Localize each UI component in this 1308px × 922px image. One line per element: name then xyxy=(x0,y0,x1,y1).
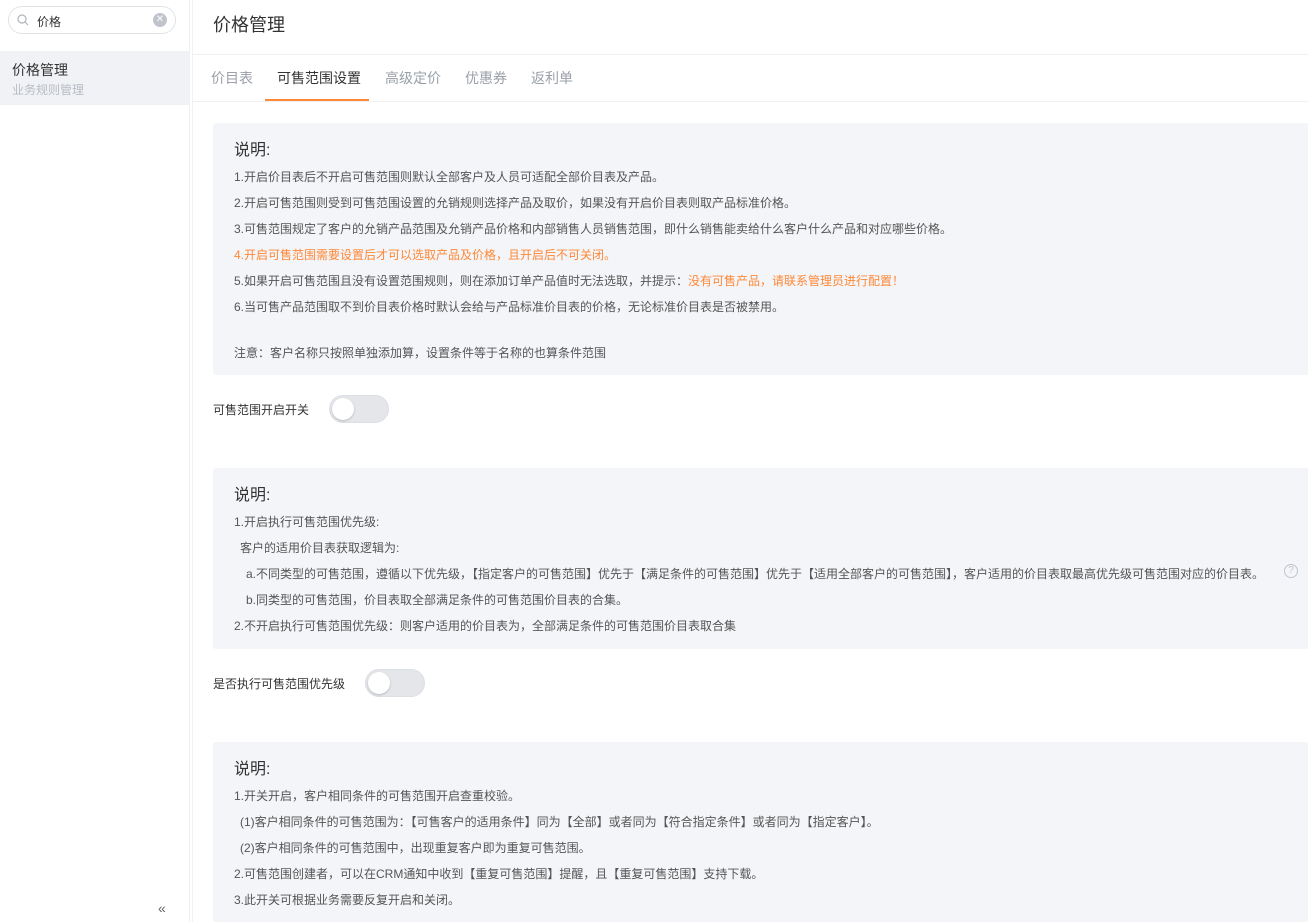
help-icon[interactable]: ? xyxy=(1284,564,1298,578)
description-line: a.不同类型的可售范围，遵循以下优先级，【指定客户的可售范围】优先于【满足条件的… xyxy=(246,567,1265,581)
description-line: 1.开关开启，客户相同条件的可售范围开启查重校验。 xyxy=(234,789,521,803)
sidebar-item-price-management[interactable]: 价格管理 业务规则管理 xyxy=(0,51,189,105)
sidebar-item-subtitle: 业务规则管理 xyxy=(12,83,85,97)
priority-toggle[interactable] xyxy=(365,669,425,697)
note-line: 注意：客户名称只按照单独添加算，设置条件等于名称的也算条件范围 xyxy=(234,346,607,360)
active-tab-indicator xyxy=(265,99,369,101)
tab-sales-scope[interactable]: 可售范围设置 xyxy=(277,68,361,88)
description-line: b.同类型的可售范围，价目表取全部满足条件的可售范围价目表的合集。 xyxy=(246,593,629,607)
toggle-knob xyxy=(368,672,390,694)
switch-label: 是否执行可售范围优先级 xyxy=(213,677,346,691)
tab-coupons[interactable]: 优惠券 xyxy=(465,68,507,88)
close-circle-icon[interactable]: ✕ xyxy=(153,13,167,27)
description-panel-2: 说明: 1.开启执行可售范围优先级: 客户的适用价目表获取逻辑为: a.不同类型… xyxy=(213,468,1308,649)
description-line: (2)客户相同条件的可售范围中，出现重复客户即为重复可售范围。 xyxy=(240,841,591,855)
description-line: 2.不开启执行可售范围优先级：则客户适用的价目表为，全部满足条件的可售范围价目表… xyxy=(234,619,737,633)
sidebar: 价格 ✕ 价格管理 业务规则管理 « xyxy=(0,0,190,922)
description-line: 3.可售范围规定了客户的允销产品范围及允销产品价格和内部销售人员销售范围，即什么… xyxy=(234,222,953,236)
switch-label: 可售范围开启开关 xyxy=(213,403,310,417)
toggle-knob xyxy=(332,398,354,420)
description-line: (1)客户相同条件的可售范围为：【可售客户的适用条件】同为【全部】或者同为【符合… xyxy=(240,815,879,829)
panel-heading: 说明: xyxy=(234,142,271,159)
tab-price-list[interactable]: 价目表 xyxy=(211,68,253,88)
description-line: 2.开启可售范围则受到可售范围设置的允销规则选择产品及取价，如果没有开启价目表则… xyxy=(234,196,797,210)
collapse-sidebar-icon[interactable]: « xyxy=(158,900,166,916)
description-line: 1.开启执行可售范围优先级: xyxy=(234,515,380,529)
description-line: 2.可售范围创建者，可以在CRM通知中收到【重复可售范围】提醒，且【重复可售范围… xyxy=(234,867,764,881)
panel-heading: 说明: xyxy=(234,761,271,778)
warning-text: 没有可售产品，请联系管理员进行配置！ xyxy=(688,274,905,288)
description-line: 1.开启价目表后不开启可售范围则默认全部客户及人员可适配全部价目表及产品。 xyxy=(234,170,665,184)
search-box[interactable]: 价格 ✕ xyxy=(8,6,176,34)
tab-bar: 价目表 可售范围设置 高级定价 优惠券 返利单 xyxy=(193,55,1308,102)
panel-heading: 说明: xyxy=(234,487,271,504)
sales-scope-toggle[interactable] xyxy=(329,395,389,423)
description-line: 5.如果开启可售范围且没有设置范围规则，则在添加订单产品值时无法选取，并提示：没… xyxy=(234,274,905,288)
warning-line: 4.开启可售范围需要设置后才可以选取产品及价格，且开启后不可关闭。 xyxy=(234,248,617,262)
page-title: 价格管理 xyxy=(213,15,285,35)
description-line: 3.此开关可根据业务需要反复开启和关闭。 xyxy=(234,893,461,907)
description-line: 客户的适用价目表获取逻辑为: xyxy=(240,541,400,555)
tab-advanced-pricing[interactable]: 高级定价 xyxy=(385,68,441,88)
sidebar-item-title: 价格管理 xyxy=(12,62,68,78)
search-input[interactable]: 价格 xyxy=(37,13,61,30)
description-line: 6.当可售产品范围取不到价目表价格时默认会给与产品标准价目表的价格，无论标准价目… xyxy=(234,300,785,314)
search-icon xyxy=(17,14,29,26)
description-panel-1: 说明: 1.开启价目表后不开启可售范围则默认全部客户及人员可适配全部价目表及产品… xyxy=(213,123,1308,375)
description-panel-3: 说明: 1.开关开启，客户相同条件的可售范围开启查重校验。 (1)客户相同条件的… xyxy=(213,742,1308,922)
main-content: 价格管理 价目表 可售范围设置 高级定价 优惠券 返利单 说明: 1.开启价目表… xyxy=(192,0,1308,922)
tab-rebate[interactable]: 返利单 xyxy=(531,68,573,88)
